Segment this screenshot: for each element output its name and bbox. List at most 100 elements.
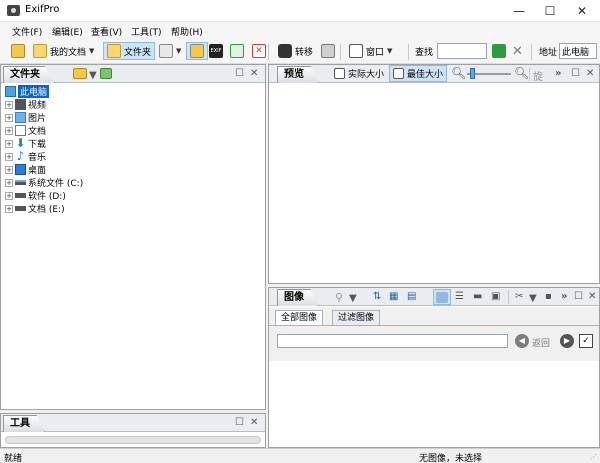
tree-item-drive-c[interactable]: + 系统文件 (C:) — [5, 176, 83, 189]
resize-grip-icon[interactable]: ⋰ — [590, 453, 597, 461]
toolbar-separator — [531, 44, 532, 60]
restore-pane-icon[interactable]: ☐ — [574, 291, 583, 302]
options-icon[interactable]: ▪ — [545, 291, 552, 302]
tree-item-videos[interactable]: + 视频 — [5, 98, 46, 111]
expand-icon[interactable]: + — [5, 165, 13, 174]
refresh-button[interactable] — [227, 42, 247, 60]
toolbar-separator — [340, 44, 341, 60]
menu-tools[interactable]: 工具(T) — [131, 25, 162, 38]
transfer-button[interactable]: 转移 — [275, 42, 316, 60]
close-pane-icon[interactable]: ✕ — [588, 291, 596, 302]
expand-icon[interactable]: + — [5, 178, 13, 187]
folders-toggle-button[interactable]: 文件夹 — [103, 42, 156, 60]
folder-icon[interactable] — [73, 68, 87, 79]
sort-icon[interactable]: ⇅ — [373, 291, 381, 302]
tree-item-drive-d[interactable]: + 软件 (D:) — [5, 189, 66, 202]
close-pane-icon[interactable]: ✕ — [586, 68, 594, 79]
window-menu-button[interactable]: 窗口 ▼ — [346, 42, 395, 60]
images-list[interactable] — [269, 361, 599, 447]
close-pane-icon[interactable]: ✕ — [250, 68, 258, 79]
strip-view-icon[interactable]: ▬ — [473, 291, 482, 302]
tree-item-label: 下载 — [28, 140, 47, 150]
list-view-icon[interactable]: ☰ — [455, 291, 464, 302]
restore-pane-icon[interactable]: ☐ — [235, 68, 244, 79]
menu-file[interactable]: 文件(F) — [12, 25, 42, 38]
menu-edit[interactable]: 编辑(E) — [52, 25, 83, 38]
exif-button[interactable]: EXIF — [206, 42, 226, 60]
filter-input[interactable] — [277, 334, 508, 348]
best-fit-icon — [393, 68, 404, 79]
close-icon: ✕ — [512, 43, 523, 59]
back-arrow-icon[interactable]: ◀ — [515, 334, 529, 348]
zoom-in-icon[interactable]: 🔍︎ — [514, 66, 529, 80]
chevron-down-icon[interactable]: ▼ — [529, 293, 537, 304]
overflow-chevron-icon[interactable]: » — [561, 291, 567, 302]
search-icon[interactable]: ⚲ — [335, 291, 343, 304]
actual-size-button[interactable]: 实际大小 — [331, 65, 387, 82]
filter-button[interactable] — [489, 42, 509, 60]
tools-scrollbar[interactable] — [5, 436, 261, 444]
chevron-down-icon: ▼ — [176, 47, 182, 55]
transfer-label: 转移 — [295, 47, 314, 58]
expand-icon[interactable]: + — [5, 113, 13, 122]
chevron-down-icon[interactable]: ▼ — [89, 70, 97, 81]
open-folder-button[interactable] — [8, 42, 28, 60]
tree-item-this-pc[interactable]: 此电脑 — [5, 85, 50, 98]
tab-all-images[interactable]: 全部图像 — [275, 310, 324, 325]
details-icon[interactable]: ▤ — [407, 291, 416, 302]
zoom-out-icon[interactable]: 🔍︎ — [451, 66, 466, 80]
thumbnails-icon — [436, 291, 448, 303]
back-label[interactable]: 返回 — [532, 336, 550, 349]
menu-view[interactable]: 查看(V) — [91, 25, 122, 38]
minimize-button[interactable]: — — [503, 0, 535, 22]
overflow-chevron-icon[interactable]: » — [555, 68, 561, 79]
close-pane-icon[interactable]: ✕ — [250, 417, 258, 428]
maximize-button[interactable]: ☐ — [534, 0, 566, 22]
toolbar-separator — [268, 44, 269, 60]
find-input[interactable] — [437, 43, 487, 59]
folder-up-icon[interactable] — [100, 68, 112, 79]
view-mode-button[interactable]: ▼ — [156, 42, 184, 60]
expand-icon[interactable]: + — [5, 152, 13, 161]
tab-filtered-images[interactable]: 过滤图像 — [332, 310, 381, 325]
preview-view-icon[interactable]: ▣ — [491, 291, 500, 302]
address-label: 地址 — [539, 47, 558, 58]
tree-item-pictures[interactable]: + 图片 — [5, 111, 46, 124]
folder-icon — [107, 44, 121, 58]
restore-pane-icon[interactable]: ☐ — [235, 417, 244, 428]
my-documents-button[interactable]: 我的文档 ▼ — [30, 42, 97, 60]
best-fit-button[interactable]: 最佳大小 — [389, 65, 448, 82]
print-button[interactable] — [318, 42, 338, 60]
menu-help[interactable]: 帮助(H) — [171, 25, 203, 38]
tools-icon[interactable]: ✂ — [515, 291, 523, 302]
tree-item-downloads[interactable]: + ⬇ 下载 — [5, 137, 46, 150]
expand-icon[interactable]: + — [5, 204, 13, 213]
close-button[interactable]: ✕ — [566, 0, 598, 22]
thumbnails-view-button[interactable] — [433, 289, 451, 305]
apply-filter-icon[interactable]: ✓ — [579, 334, 593, 348]
tree-item-drive-e[interactable]: + 文档 (E:) — [5, 202, 65, 215]
expand-icon[interactable]: + — [5, 100, 13, 109]
expand-icon[interactable]: + — [5, 126, 13, 135]
images-pane-title: 图像 — [277, 289, 319, 306]
tree-item-desktop[interactable]: + 桌面 — [5, 163, 46, 176]
preview-canvas[interactable] — [269, 84, 599, 283]
zoom-slider-thumb[interactable] — [470, 68, 475, 79]
tree-item-music[interactable]: + ♪ 音乐 — [5, 150, 46, 163]
camera-app-icon — [7, 5, 20, 16]
tree-item-label: 图片 — [28, 114, 47, 124]
exif-icon: EXIF — [209, 44, 223, 58]
tree-item-label: 软件 (D:) — [28, 192, 66, 202]
group-icon[interactable]: ▦ — [389, 291, 398, 302]
expand-icon[interactable]: + — [5, 191, 13, 200]
forward-arrow-icon[interactable]: ▶ — [560, 334, 574, 348]
images-pane-header: 图像 ⚲ ▼ ⇅ ▦ ▤ ☰ ▬ ▣ ✂ ▼ ▪ » ☐ ✕ — [269, 288, 599, 306]
rotate-button[interactable]: 旋 — [533, 68, 543, 83]
tree-view-button[interactable] — [186, 42, 208, 60]
clear-find-button[interactable]: ✕ — [509, 42, 526, 60]
chevron-down-icon[interactable]: ▼ — [349, 293, 357, 304]
delete-button[interactable]: ✕ — [249, 42, 269, 60]
expand-icon[interactable]: + — [5, 139, 13, 148]
address-input[interactable]: 此电脑 — [559, 43, 597, 59]
restore-pane-icon[interactable]: ☐ — [571, 68, 580, 79]
